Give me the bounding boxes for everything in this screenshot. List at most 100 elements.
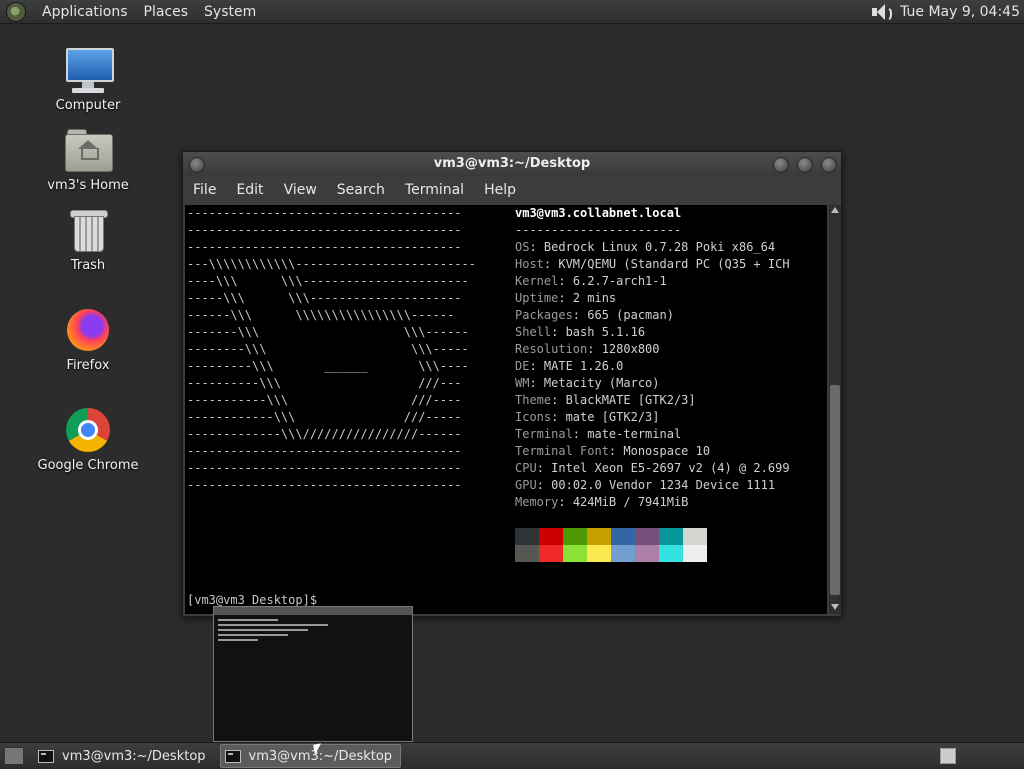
info-row: Memory: 424MiB / 7941MiB: [515, 495, 689, 509]
ascii-logo-line: --------\\\ \\\-----: [187, 342, 469, 356]
info-key: Uptime: [515, 291, 559, 305]
minimize-button[interactable]: [773, 157, 789, 173]
info-key: Shell: [515, 325, 552, 339]
info-value: 00:02.0 Vendor 1234 Device 1111: [551, 478, 776, 492]
info-row: GPU: 00:02.0 Vendor 1234 Device 1111: [515, 478, 776, 492]
workspace-switcher[interactable]: [940, 748, 956, 764]
taskbar-item-2[interactable]: vm3@vm3:~/Desktop: [219, 744, 402, 768]
menu-edit[interactable]: Edit: [226, 182, 273, 198]
info-row: CPU: Intel Xeon E5-2697 v2 (4) @ 2.699: [515, 461, 790, 475]
desktop-icon-label: Firefox: [66, 358, 110, 373]
info-value: mate-terminal: [587, 427, 682, 441]
home-folder-icon: [64, 126, 113, 174]
info-value: Intel Xeon E5-2697 v2 (4) @ 2.699: [551, 461, 790, 475]
desktop-icon-trash[interactable]: Trash: [33, 206, 143, 273]
menu-help[interactable]: Help: [474, 182, 526, 198]
volume-icon[interactable]: [870, 3, 893, 22]
info-key: Host: [515, 257, 544, 271]
desktop-icon-home[interactable]: vm3's Home: [33, 126, 143, 193]
info-value: 1280x800: [601, 342, 660, 356]
menu-view[interactable]: View: [274, 182, 327, 198]
window-menubar: File Edit View Search Terminal Help: [183, 176, 841, 204]
ascii-logo-line: --------------------------------------: [187, 206, 462, 220]
clock[interactable]: Tue May 9, 04:45: [900, 4, 1024, 20]
info-value: mate [GTK2/3]: [565, 410, 660, 424]
close-button[interactable]: [821, 157, 837, 173]
terminal-icon: [38, 749, 54, 763]
color-palette: [515, 528, 707, 562]
info-row: WM: Metacity (Marco): [515, 376, 660, 390]
info-value: 2 mins: [572, 291, 617, 305]
info-row: Kernel: 6.2.7-arch1-1: [515, 274, 667, 288]
info-value: Bedrock Linux 0.7.28 Poki x86_64: [543, 240, 776, 254]
color-swatch: [683, 528, 707, 545]
desktop-icon-firefox[interactable]: Firefox: [33, 306, 143, 373]
color-swatch: [515, 545, 539, 562]
window-menu-button[interactable]: [189, 157, 205, 173]
info-key: OS: [515, 240, 530, 254]
terminal-window[interactable]: vm3@vm3:~/Desktop File Edit View Search …: [182, 151, 842, 617]
menu-terminal[interactable]: Terminal: [395, 182, 474, 198]
top-panel: Applications Places System Tue May 9, 04…: [0, 0, 1024, 24]
show-desktop-icon[interactable]: [4, 747, 24, 765]
ascii-logo-line: --------------------------------------: [187, 461, 462, 475]
color-swatch: [539, 528, 563, 545]
info-value: KVM/QEMU (Standard PC (Q35 + ICH: [558, 257, 790, 271]
trash-icon: [64, 206, 112, 254]
ascii-logo-line: -------------\\\////////////////------: [187, 427, 462, 441]
info-key: CPU: [515, 461, 537, 475]
info-value: Monospace 10: [623, 444, 711, 458]
info-row: Host: KVM/QEMU (Standard PC (Q35 + ICH: [515, 257, 790, 271]
menu-applications[interactable]: Applications: [34, 4, 136, 20]
firefox-icon: [64, 306, 112, 354]
ascii-logo-line: ---------\\\ ______ \\\----: [187, 359, 469, 373]
taskbar-item-1[interactable]: vm3@vm3:~/Desktop: [34, 745, 214, 767]
scroll-thumb[interactable]: [830, 385, 840, 595]
ascii-logo-line: -----\\\ \\\---------------------: [187, 291, 462, 305]
color-swatch: [659, 528, 683, 545]
info-key: GPU: [515, 478, 537, 492]
info-row: Shell: bash 5.1.16: [515, 325, 646, 339]
terminal-icon: [224, 749, 241, 763]
chrome-icon: [64, 406, 112, 454]
taskbar-item-label: vm3@vm3:~/Desktop: [62, 748, 206, 764]
menu-places[interactable]: Places: [136, 4, 197, 20]
info-row: Resolution: 1280x800: [515, 342, 660, 356]
scroll-down-icon[interactable]: [831, 604, 839, 610]
terminal-output[interactable]: -------------------------------------- --…: [185, 205, 827, 614]
maximize-button[interactable]: [797, 157, 813, 173]
menu-file[interactable]: File: [183, 182, 226, 198]
window-titlebar[interactable]: vm3@vm3:~/Desktop: [183, 152, 841, 176]
color-swatch: [611, 528, 635, 545]
color-swatch: [587, 528, 611, 545]
ascii-logo-line: ------------\\\ ///-----: [187, 410, 462, 424]
info-key: Terminal Font: [515, 444, 609, 458]
menu-system[interactable]: System: [196, 4, 264, 20]
window-preview-thumbnail[interactable]: [213, 606, 413, 742]
color-swatch: [587, 545, 611, 562]
desktop-icon-computer[interactable]: Computer: [33, 46, 143, 113]
color-swatch: [539, 545, 563, 562]
ascii-logo-line: ----\\\ \\\-----------------------: [187, 274, 469, 288]
info-row: DE: MATE 1.26.0: [515, 359, 624, 373]
desktop-icon-label: vm3's Home: [47, 178, 129, 193]
scroll-up-icon[interactable]: [831, 207, 839, 213]
ascii-logo-line: --------------------------------------: [187, 444, 462, 458]
separator-line: -----------------------: [515, 223, 682, 237]
color-swatch: [683, 545, 707, 562]
ascii-logo-line: --------------------------------------: [187, 223, 462, 237]
info-key: Icons: [515, 410, 552, 424]
terminal-scrollbar[interactable]: [829, 205, 841, 614]
window-title: vm3@vm3:~/Desktop: [433, 156, 591, 171]
ascii-logo-line: --------------------------------------: [187, 478, 462, 492]
info-row: Terminal: mate-terminal: [515, 427, 682, 441]
info-key: DE: [515, 359, 530, 373]
info-row: Icons: mate [GTK2/3]: [515, 410, 660, 424]
mate-logo-icon[interactable]: [6, 1, 26, 22]
menu-search[interactable]: Search: [327, 182, 395, 198]
info-row: OS: Bedrock Linux 0.7.28 Poki x86_64: [515, 240, 776, 254]
info-key: Resolution: [515, 342, 588, 356]
desktop-icon-chrome[interactable]: Google Chrome: [33, 406, 143, 473]
info-key: WM: [515, 376, 530, 390]
info-key: Theme: [515, 393, 552, 407]
